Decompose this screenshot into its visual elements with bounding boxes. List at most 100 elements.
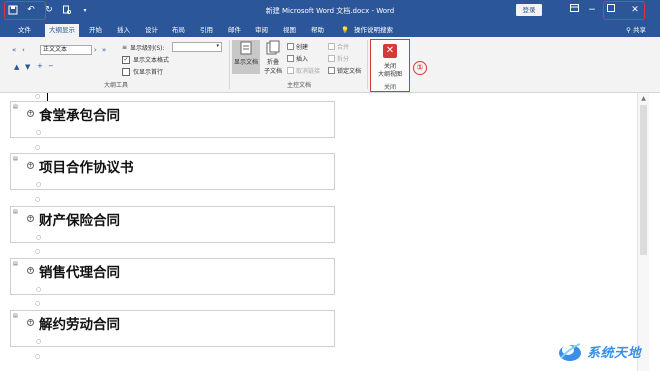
body-bullet: ○	[36, 234, 42, 241]
close-outline-view-button[interactable]: ✕ 关闭 大纲视图 关闭	[370, 39, 410, 92]
tab-view[interactable]: 视图	[283, 24, 296, 37]
show-text-format-row[interactable]: ✓ 显示文本格式	[122, 55, 169, 64]
tab-help[interactable]: 帮助	[311, 24, 324, 37]
outline-level-value: 正文文本	[43, 46, 68, 53]
watermark-logo-icon	[559, 343, 581, 361]
show-first-line-label: 仅显示首行	[133, 69, 164, 76]
merge-label: 合并	[337, 44, 350, 51]
subdocument-block[interactable]: ▤ + 解约劳动合同 ○	[10, 310, 335, 347]
show-first-line-row[interactable]: 仅显示首行	[122, 67, 163, 76]
expand-heading-icon[interactable]: +	[27, 162, 34, 169]
demote-icon[interactable]: ›	[94, 46, 97, 54]
tell-me-search[interactable]: 操作说明搜索	[354, 24, 393, 37]
scroll-thumb[interactable]	[640, 105, 647, 255]
subdocument-block[interactable]: ▤ + 食堂承包合同 ○	[10, 101, 335, 138]
tab-review[interactable]: 审阅	[255, 24, 268, 37]
ribbon-display-options-icon[interactable]	[566, 3, 582, 18]
lock-document-label: 锁定文档	[337, 68, 362, 75]
subdocument-icon: ▤	[13, 313, 18, 319]
show-level-row: ≡ 显示级别(S):	[122, 43, 165, 52]
show-document-button[interactable]: 显示文档	[232, 40, 260, 74]
lock-document-button[interactable]: 锁定文档	[328, 66, 361, 75]
close-outline-icon: ✕	[383, 44, 397, 58]
watermark-text: 系统天地	[587, 345, 642, 361]
scroll-up-icon[interactable]: ▲	[639, 94, 648, 103]
show-document-label: 显示文档	[233, 59, 258, 66]
tab-references[interactable]: 引用	[200, 24, 213, 37]
expand-heading-icon[interactable]: +	[27, 319, 34, 326]
close-outline-label-2: 大纲视图	[377, 71, 402, 78]
show-level-select[interactable]: ▾	[172, 42, 222, 52]
login-button[interactable]: 登录	[516, 4, 542, 16]
move-up-icon[interactable]: ▲	[14, 63, 19, 71]
move-down-icon[interactable]: ▼	[25, 63, 30, 71]
tab-home[interactable]: 开始	[89, 24, 102, 37]
tab-layout[interactable]: 布局	[172, 24, 185, 37]
show-level-icon: ≡	[122, 44, 128, 51]
title-bar: ↶ ↻ ▾ 新建 Microsoft Word 文档.docx - Word 登…	[0, 0, 660, 22]
subdocument-block[interactable]: ▤ + 财产保险合同 ○	[10, 206, 335, 243]
watermark: 系统天地	[557, 338, 641, 364]
unlink-button[interactable]: 取消链接	[287, 66, 320, 75]
step-marker: ①	[413, 61, 427, 75]
group-divider	[229, 40, 230, 89]
subdocument-icon: ▤	[13, 261, 18, 267]
lightbulb-icon: 💡	[341, 26, 350, 34]
heading-text[interactable]: 财产保险合同	[39, 209, 120, 229]
expand-heading-icon[interactable]: +	[27, 110, 34, 117]
expand-icon[interactable]: +	[37, 62, 43, 70]
ribbon-panel: « ‹ 正文文本 › » ▲ ▼ + − ≡ 显示级别(S): ▾ ✓ 显示文本…	[0, 37, 660, 93]
heading-text[interactable]: 解约劳动合同	[39, 313, 120, 333]
show-text-format-checkbox[interactable]: ✓	[122, 55, 130, 64]
share-label: 共享	[633, 26, 646, 34]
empty-paragraph-bullet: ○	[35, 144, 41, 151]
heading-text[interactable]: 销售代理合同	[39, 261, 120, 281]
empty-paragraph-bullet: ○	[35, 300, 41, 307]
create-button[interactable]: 创建	[287, 42, 308, 51]
subdocument-icon: ▤	[13, 104, 18, 110]
show-document-icon	[240, 41, 252, 55]
heading-text[interactable]: 项目合作协议书	[39, 156, 134, 176]
demote-to-body-icon[interactable]: »	[102, 46, 106, 54]
subdocument-block[interactable]: ▤ + 项目合作协议书 ○	[10, 153, 335, 190]
body-bullet: ○	[36, 129, 42, 136]
split-label: 拆分	[337, 56, 350, 63]
unlink-label: 取消链接	[296, 68, 321, 75]
minimize-icon[interactable]: −	[584, 3, 600, 18]
outline-tools-group-label: 大纲工具	[104, 82, 129, 89]
split-icon	[328, 55, 335, 62]
collapse-icon[interactable]: −	[48, 62, 54, 70]
show-level-label: 显示级别(S):	[130, 45, 165, 52]
lock-document-icon	[328, 67, 335, 74]
share-button[interactable]: ⚲ 共享	[626, 24, 646, 37]
tab-insert[interactable]: 插入	[117, 24, 130, 37]
tab-design[interactable]: 设计	[145, 24, 158, 37]
body-bullet: ○	[36, 181, 42, 188]
split-button[interactable]: 拆分	[328, 54, 349, 63]
expand-heading-icon[interactable]: +	[27, 267, 34, 274]
show-text-format-label: 显示文本格式	[133, 57, 170, 64]
collapse-subdocuments-button[interactable]: 折叠 子文档	[262, 40, 284, 75]
show-first-line-checkbox[interactable]	[122, 67, 130, 76]
heading-text[interactable]: 食堂承包合同	[39, 104, 120, 124]
create-icon	[287, 43, 294, 50]
tab-mailings[interactable]: 邮件	[228, 24, 241, 37]
insert-subdocument-button[interactable]: 插入	[287, 54, 308, 63]
promote-icon[interactable]: ‹	[22, 46, 25, 54]
subdocument-block[interactable]: ▤ + 销售代理合同 ○	[10, 258, 335, 295]
vertical-scrollbar[interactable]: ▲	[637, 93, 649, 371]
insert-subdocument-icon	[287, 55, 294, 62]
promote-to-heading1-icon[interactable]: «	[12, 46, 16, 54]
master-document-group-label: 主控文档	[287, 82, 312, 89]
tab-outline[interactable]: 大纲显示	[45, 24, 79, 37]
outline-level-dropdown[interactable]: 正文文本	[40, 45, 92, 55]
merge-button[interactable]: 合并	[328, 42, 349, 51]
group-divider	[367, 40, 368, 89]
close-group-label: 关闭	[383, 84, 396, 91]
unlink-icon	[287, 67, 294, 74]
expand-heading-icon[interactable]: +	[27, 215, 34, 222]
text-cursor	[47, 93, 48, 101]
document-title: 新建 Microsoft Word 文档.docx - Word	[265, 7, 395, 15]
tab-file[interactable]: 文件	[18, 24, 31, 37]
collapse-subdocuments-label: 折叠 子文档	[263, 59, 282, 75]
